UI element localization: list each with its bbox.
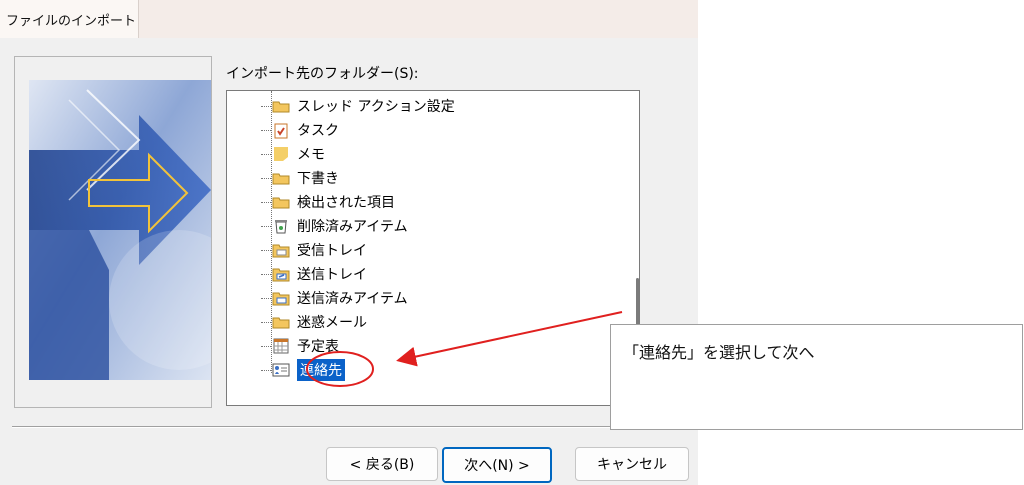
tree-item-contacts[interactable]: 連絡先 bbox=[261, 358, 345, 382]
tree-item-label: スレッド アクション設定 bbox=[297, 99, 455, 115]
contacts-icon bbox=[271, 361, 291, 379]
tree-item-deleted[interactable]: 削除済みアイテム bbox=[261, 214, 408, 238]
tree-connector bbox=[261, 370, 271, 371]
task-icon bbox=[271, 121, 291, 139]
button-separator bbox=[12, 426, 698, 428]
dialog-title: ファイルのインポート bbox=[6, 14, 137, 29]
scroll-thumb[interactable] bbox=[636, 278, 639, 330]
tree-item-thread-actions[interactable]: スレッド アクション設定 bbox=[261, 94, 455, 118]
tree-item-inbox[interactable]: 受信トレイ bbox=[261, 238, 367, 262]
tree-item-detected[interactable]: 検出された項目 bbox=[261, 190, 395, 214]
tree-item-label: 迷惑メール bbox=[297, 315, 367, 331]
title-tab: ファイルのインポート bbox=[0, 0, 139, 38]
folder-icon bbox=[271, 97, 291, 115]
tree-connector bbox=[261, 274, 271, 275]
tree-item-label: 予定表 bbox=[297, 339, 339, 355]
tree-connector bbox=[261, 202, 271, 203]
tree-item-outbox[interactable]: 送信トレイ bbox=[261, 262, 367, 286]
folder-icon bbox=[271, 169, 291, 187]
tree-item-calendar[interactable]: 予定表 bbox=[261, 334, 339, 358]
title-bar: ファイルのインポート bbox=[0, 0, 698, 38]
tree-item-label: 送信済みアイテム bbox=[297, 291, 408, 307]
annotation-callout: 「連絡先」を選択して次へ bbox=[610, 324, 1023, 430]
cancel-button[interactable]: キャンセル bbox=[575, 447, 689, 481]
inbox-icon bbox=[271, 241, 291, 259]
calendar-icon bbox=[271, 337, 291, 355]
next-button[interactable]: 次へ(N) > bbox=[442, 447, 552, 483]
tree-item-drafts[interactable]: 下書き bbox=[261, 166, 339, 190]
trash-icon bbox=[271, 217, 291, 235]
tree-item-label: 削除済みアイテム bbox=[297, 219, 408, 235]
wizard-graphic bbox=[29, 80, 211, 380]
tree-connector bbox=[261, 298, 271, 299]
sent-icon bbox=[271, 289, 291, 307]
tree-connector bbox=[261, 106, 271, 107]
tree-item-label: タスク bbox=[297, 123, 339, 139]
tree-item-tasks[interactable]: タスク bbox=[261, 118, 339, 142]
outbox-icon bbox=[271, 265, 291, 283]
folder-icon bbox=[271, 313, 291, 331]
tree-item-notes[interactable]: メモ bbox=[261, 142, 325, 166]
note-icon bbox=[271, 145, 291, 163]
wizard-image-frame bbox=[14, 56, 212, 408]
tree-connector bbox=[261, 346, 271, 347]
tree-connector bbox=[261, 250, 271, 251]
tree-item-label: 送信トレイ bbox=[297, 267, 367, 283]
folder-tree[interactable]: スレッド アクション設定 タスク メモ 下書き 検出された項目 削除済みアイテム… bbox=[226, 90, 640, 406]
tree-connector bbox=[261, 322, 271, 323]
tree-item-label: 受信トレイ bbox=[297, 243, 367, 259]
tree-connector bbox=[261, 178, 271, 179]
tree-item-junk[interactable]: 迷惑メール bbox=[261, 310, 367, 334]
tree-item-sent[interactable]: 送信済みアイテム bbox=[261, 286, 408, 310]
tree-item-label: 下書き bbox=[297, 171, 339, 187]
tree-connector bbox=[261, 130, 271, 131]
tree-connector bbox=[261, 226, 271, 227]
import-dialog: ファイルのインポート インポート先のフォルダー(S): スレッド アクション設定… bbox=[0, 0, 698, 485]
tree-item-label-selected: 連絡先 bbox=[297, 359, 345, 381]
folder-icon bbox=[271, 193, 291, 211]
tree-connector bbox=[261, 154, 271, 155]
back-button[interactable]: < 戻る(B) bbox=[326, 447, 438, 481]
tree-item-label: 検出された項目 bbox=[297, 195, 395, 211]
annotation-text: 「連絡先」を選択して次へ bbox=[623, 343, 815, 362]
folder-label: インポート先のフォルダー(S): bbox=[226, 66, 419, 82]
tree-item-label: メモ bbox=[297, 147, 325, 163]
